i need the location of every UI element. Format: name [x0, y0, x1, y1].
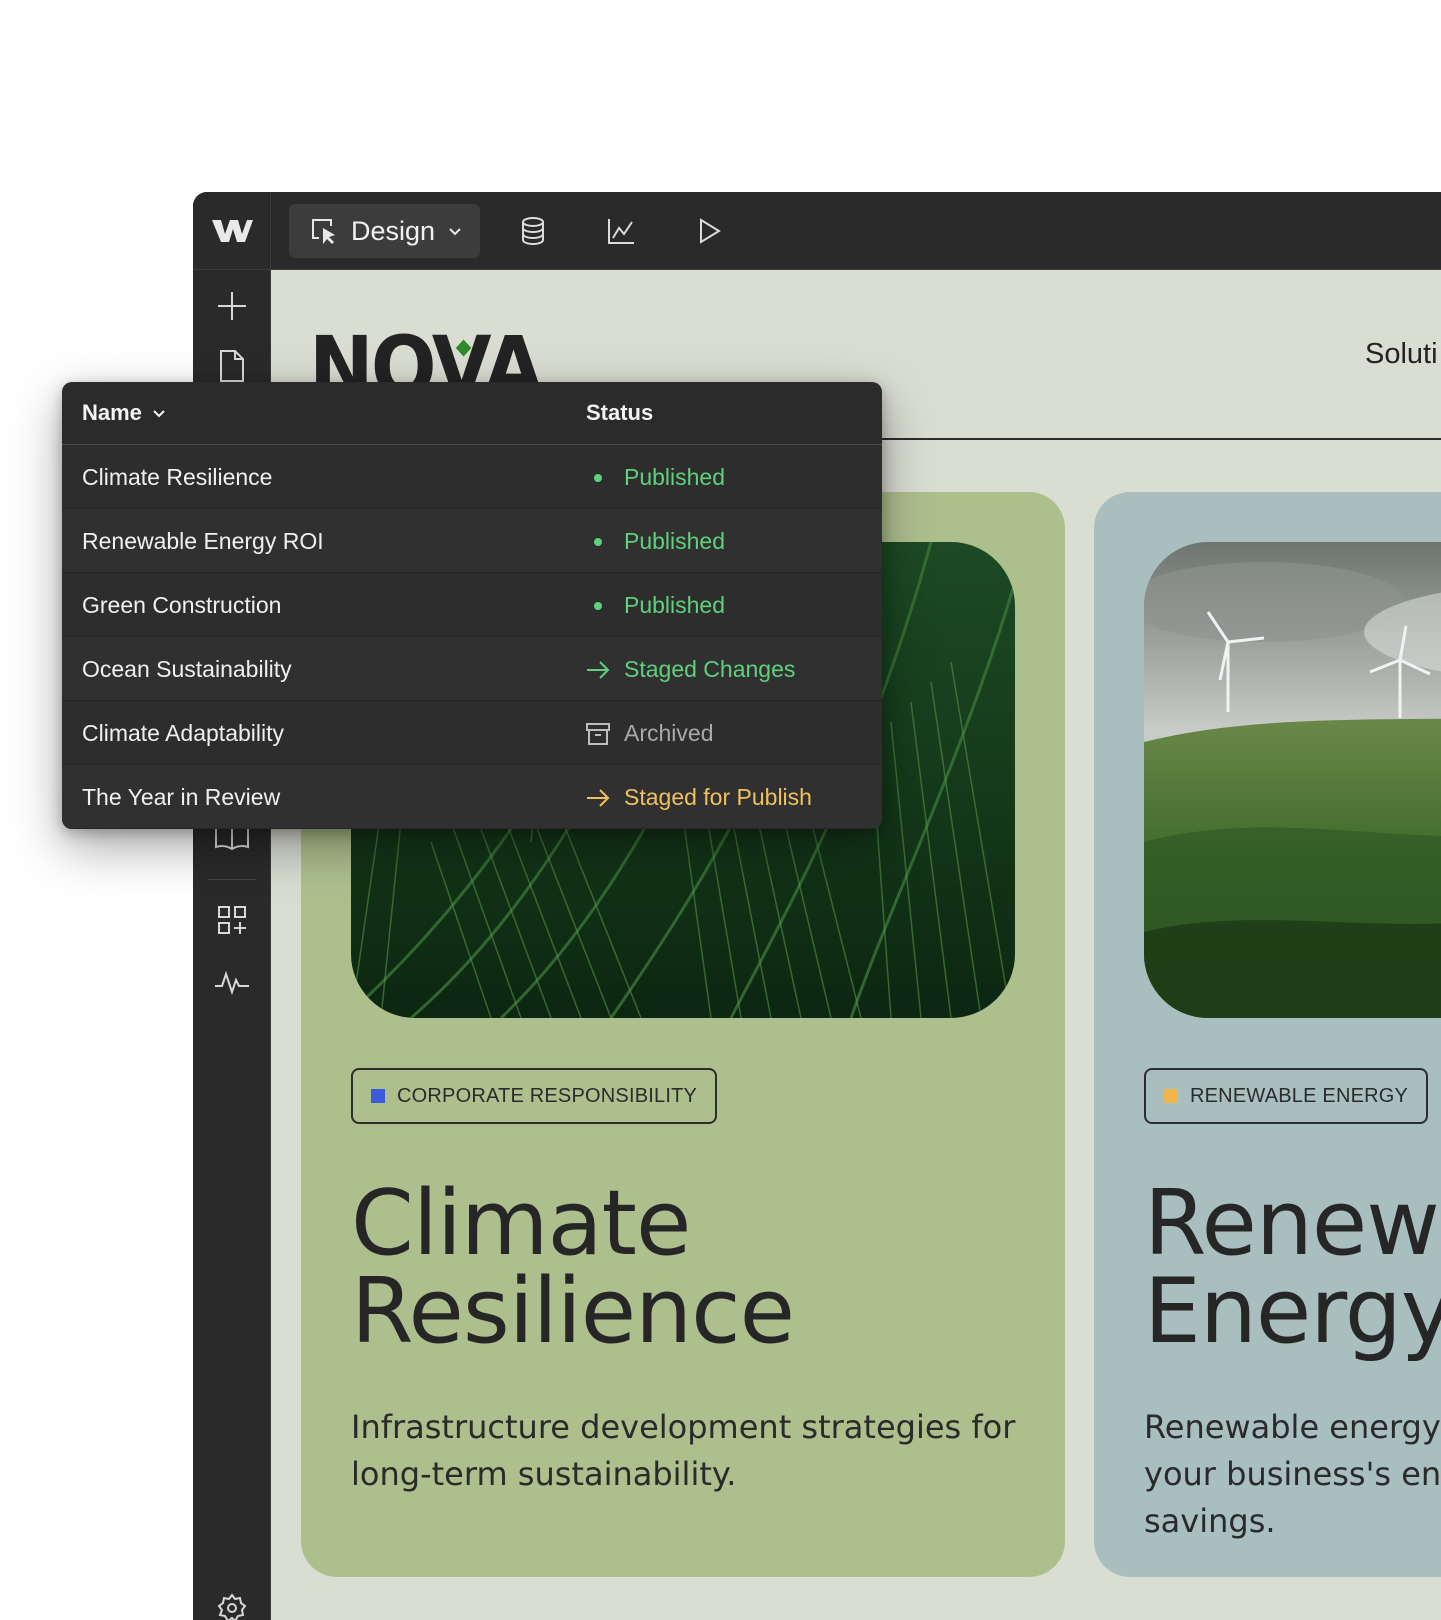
table-row[interactable]: Renewable Energy ROI Published: [62, 509, 882, 573]
row-name: Green Construction: [82, 592, 282, 618]
row-name: Climate Adaptability: [82, 720, 284, 746]
pages-button[interactable]: [212, 346, 252, 386]
arrow-right-icon: [586, 786, 610, 810]
card-title-line-1: Climate: [351, 1171, 691, 1276]
cursor-select-icon: [312, 219, 335, 244]
activity-pulse-icon: [215, 970, 249, 996]
table-row[interactable]: Climate Resilience Published: [62, 445, 882, 509]
card-desc-line-2: your business's ene: [1144, 1455, 1441, 1493]
card-image-wind-turbines: [1144, 542, 1441, 1018]
analytics-button[interactable]: [602, 212, 640, 250]
chevron-down-icon: [153, 410, 165, 418]
row-status: Staged Changes: [586, 656, 795, 683]
tag-color-square: [371, 1089, 385, 1103]
gear-icon: [217, 1593, 247, 1620]
table-row[interactable]: The Year in Review Staged for Publish: [62, 765, 882, 829]
card-title: Climate Resilience: [351, 1171, 795, 1364]
table-row[interactable]: Green Construction Published: [62, 573, 882, 637]
top-toolbar: Design: [193, 192, 1441, 270]
design-mode-label: Design: [351, 215, 436, 246]
row-status: Published: [586, 592, 725, 619]
database-icon: [522, 217, 544, 246]
row-status: Published: [586, 528, 725, 555]
status-label: Staged Changes: [624, 656, 796, 682]
design-mode-button[interactable]: Design: [289, 204, 480, 258]
tag-label: RENEWABLE ENERGY: [1190, 1084, 1409, 1107]
tag-color-square: [1164, 1089, 1178, 1103]
row-name: Renewable Energy ROI: [82, 528, 324, 554]
category-tag-renewable[interactable]: RENEWABLE ENERGY: [1144, 1068, 1429, 1124]
cms-items-table: Name Status Climate Resilience Published…: [62, 382, 882, 829]
sort-by-name-button[interactable]: Name: [82, 400, 166, 426]
chart-line-icon: [608, 219, 634, 244]
status-label: Archived: [624, 720, 714, 746]
row-name: Ocean Sustainability: [82, 656, 292, 682]
status-label: Published: [624, 528, 726, 554]
screenshot-stage: Design NOVA Soluti CORPORATE RESPONSIBIL…: [0, 0, 1441, 1620]
arrow-right-icon: [586, 658, 610, 682]
table-row[interactable]: Climate Adaptability Archived: [62, 701, 882, 765]
activity-button[interactable]: [212, 962, 252, 1002]
wind-turbine-image: [1144, 542, 1441, 1018]
article-card-renewable[interactable]: RENEWABLE ENERGY Renewa Energy Renewable…: [1094, 492, 1441, 1577]
card-title: Renewa Energy: [1144, 1171, 1441, 1364]
play-icon: [700, 218, 721, 244]
row-status: Archived: [586, 720, 713, 747]
card-title-line-2: Energy: [1144, 1259, 1441, 1364]
nav-link-solutions[interactable]: Soluti: [1365, 338, 1438, 371]
settings-button[interactable]: [212, 1588, 252, 1620]
logo-cell[interactable]: [193, 192, 271, 270]
status-label: Published: [624, 464, 726, 490]
card-title-line-2: Resilience: [351, 1259, 795, 1364]
add-element-button[interactable]: [212, 286, 252, 326]
cms-button[interactable]: [514, 212, 552, 250]
plus-icon: [218, 292, 246, 320]
apps-grid-icon: [218, 906, 246, 934]
tag-label: CORPORATE RESPONSIBILITY: [397, 1084, 698, 1107]
webflow-logo-icon: [211, 220, 253, 242]
table-header: Name Status: [62, 382, 882, 445]
row-status: Published: [586, 464, 725, 491]
card-desc-line-1: Infrastructure development strategies fo…: [351, 1408, 1016, 1446]
table-row[interactable]: Ocean Sustainability Staged Changes: [62, 637, 882, 701]
column-header-name: Name: [82, 400, 142, 425]
card-desc-line-3: savings.: [1144, 1502, 1276, 1540]
page-icon: [220, 350, 244, 382]
card-description: Infrastructure development strategies fo…: [351, 1404, 1015, 1498]
archive-box-icon: [586, 722, 610, 746]
status-label: Published: [624, 592, 726, 618]
status-label: Staged for Publish: [624, 784, 812, 810]
chevron-down-icon: [449, 228, 461, 236]
card-description: Renewable energy your business's ene sav…: [1144, 1404, 1441, 1545]
row-name: The Year in Review: [82, 784, 281, 810]
sidebar-divider: [208, 879, 256, 880]
preview-button[interactable]: [690, 212, 728, 250]
card-desc-line-1: Renewable energy: [1144, 1408, 1441, 1446]
published-dot-icon: [586, 466, 610, 490]
apps-button[interactable]: [212, 900, 252, 940]
category-tag-corporate[interactable]: CORPORATE RESPONSIBILITY: [351, 1068, 718, 1124]
card-title-line-1: Renewa: [1144, 1171, 1441, 1276]
row-name: Climate Resilience: [82, 464, 273, 490]
card-desc-line-2: long-term sustainability.: [351, 1455, 737, 1493]
published-dot-icon: [586, 530, 610, 554]
column-header-status[interactable]: Status: [586, 400, 653, 426]
published-dot-icon: [586, 594, 610, 618]
table-body: Climate Resilience Published Renewable E…: [62, 445, 882, 829]
row-status: Staged for Publish: [586, 784, 812, 811]
